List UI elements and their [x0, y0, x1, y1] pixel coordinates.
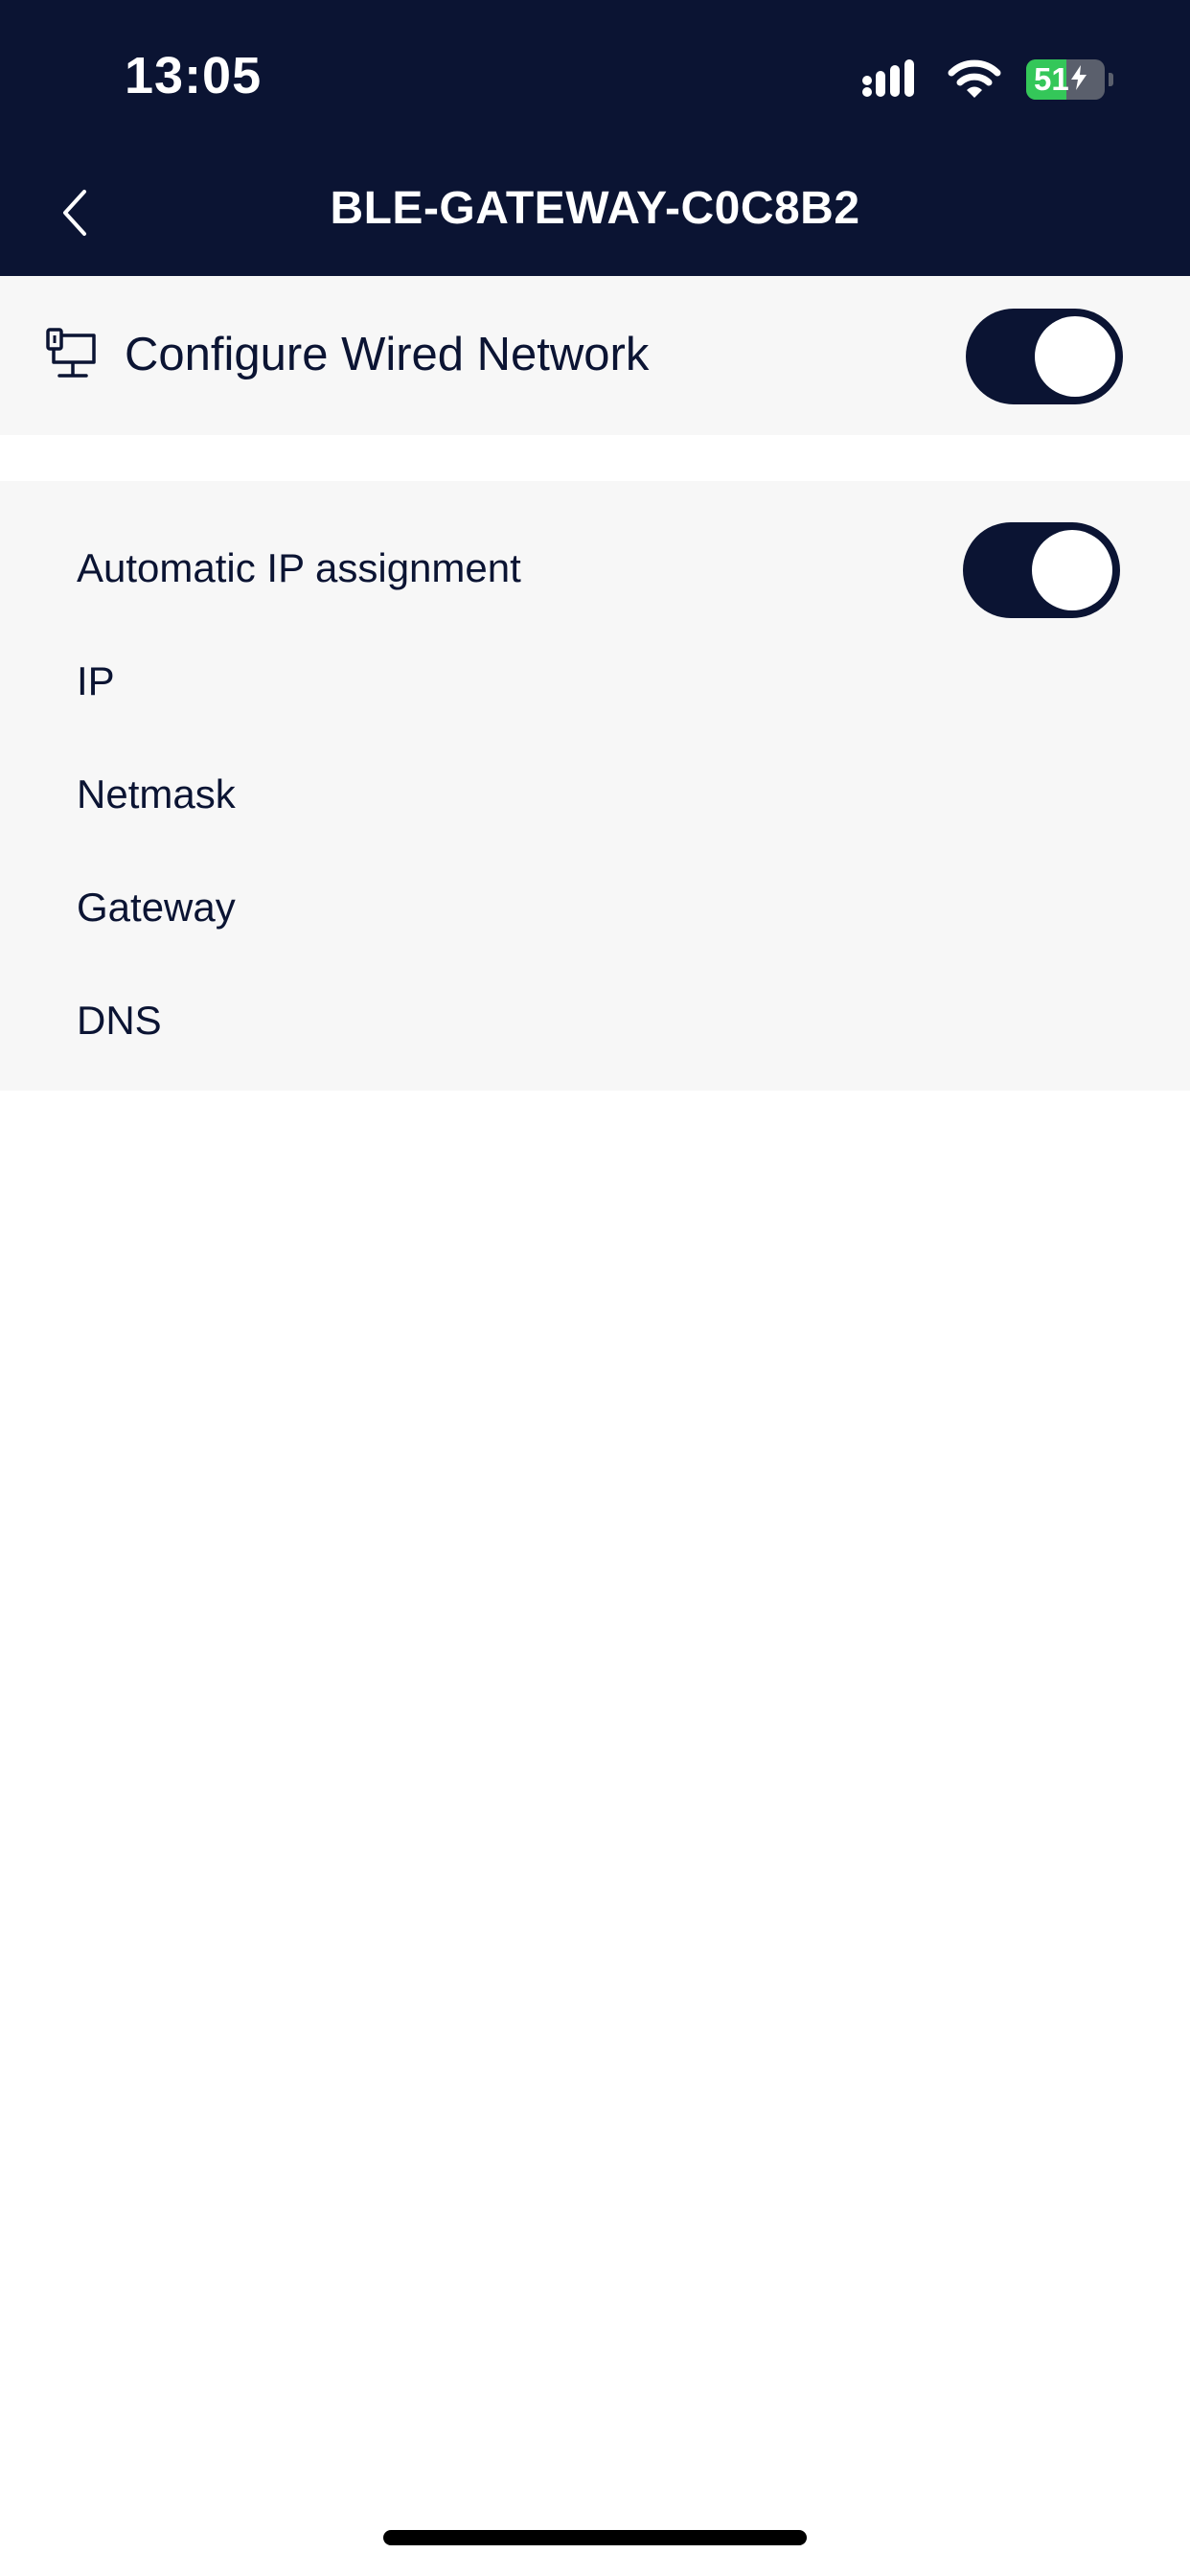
home-indicator [383, 2530, 807, 2545]
toggle-knob [1032, 530, 1112, 610]
dns-field[interactable]: DNS [77, 997, 162, 1045]
battery-icon: 51 [1026, 59, 1105, 100]
cellular-signal-icon [861, 59, 923, 100]
gateway-field[interactable]: Gateway [77, 884, 236, 932]
battery-cap [1109, 73, 1113, 86]
ip-field[interactable]: IP [77, 657, 115, 705]
netmask-field[interactable]: Netmask [77, 770, 236, 818]
toggle-knob [1035, 316, 1115, 397]
wifi-icon [948, 59, 1001, 100]
status-time: 13:05 [125, 47, 263, 104]
wired-network-label: Configure Wired Network [125, 329, 650, 380]
status-icons: 51 [861, 56, 1113, 104]
charging-bolt-icon [1070, 59, 1087, 100]
battery-level: 51 [1034, 61, 1069, 97]
wired-network-toggle[interactable] [966, 309, 1123, 404]
page-title: BLE-GATEWAY-C0C8B2 [330, 183, 860, 234]
wired-network-icon [46, 326, 100, 383]
auto-ip-toggle[interactable] [963, 522, 1120, 618]
auto-ip-label: Automatic IP assignment [77, 545, 521, 590]
app-header: 13:05 51 BLE-GATEWAY-C0C8B2 [0, 0, 1190, 276]
